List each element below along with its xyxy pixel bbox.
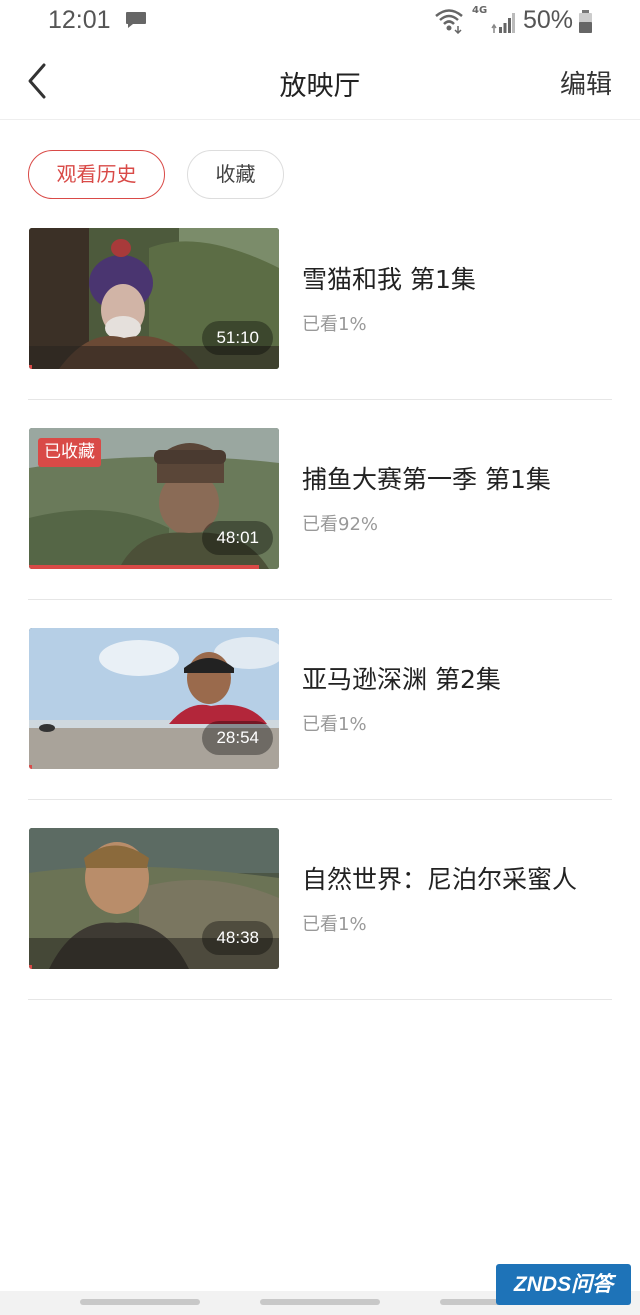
- edit-button[interactable]: 编辑: [560, 64, 612, 101]
- video-thumbnail: 48:38: [29, 828, 279, 969]
- network-type-label: 4G: [472, 5, 488, 16]
- cell-signal-icon: [491, 13, 515, 33]
- watch-progress-bar: [29, 965, 32, 969]
- video-item[interactable]: 51:10 雪猫和我 第1集 已看1%: [0, 200, 640, 400]
- nav-recents-handle[interactable]: [80, 1299, 200, 1305]
- message-notification-icon: [126, 12, 146, 28]
- watermark-logo: ZNDS问答: [496, 1264, 631, 1305]
- watch-progress-bar: [29, 765, 32, 769]
- video-duration: 48:01: [202, 521, 273, 555]
- status-bar: 12:01 4G 50%: [0, 0, 640, 44]
- favorited-badge: 已收藏: [38, 438, 101, 467]
- video-title: 雪猫和我 第1集: [302, 265, 476, 294]
- video-title: 捕鱼大赛第一季 第1集: [302, 465, 551, 494]
- wifi-icon: [435, 9, 463, 34]
- watch-progress-bar: [29, 365, 32, 369]
- battery-icon: [579, 10, 592, 33]
- watched-percent: 已看1%: [302, 314, 367, 335]
- tab-favorites[interactable]: 收藏: [187, 150, 284, 199]
- watched-percent: 已看92%: [302, 514, 379, 535]
- header-bar: 放映厅 编辑: [0, 44, 640, 120]
- page-title: 放映厅: [279, 71, 361, 102]
- video-duration: 51:10: [202, 321, 273, 355]
- list-divider: [28, 999, 612, 1000]
- nav-home-handle[interactable]: [260, 1299, 380, 1305]
- video-item[interactable]: 28:54 亚马逊深渊 第2集 已看1%: [0, 600, 640, 800]
- battery-percent: 50%: [523, 6, 574, 34]
- watched-percent: 已看1%: [302, 714, 367, 735]
- video-title: 自然世界：尼泊尔采蜜人: [302, 865, 578, 894]
- video-duration: 48:38: [202, 921, 273, 955]
- watched-percent: 已看1%: [302, 914, 367, 935]
- video-thumbnail: 51:10: [29, 228, 279, 369]
- watch-progress-bar: [29, 565, 259, 569]
- video-title: 亚马逊深渊 第2集: [302, 665, 501, 694]
- video-item[interactable]: 已收藏 48:01 捕鱼大赛第一季 第1集 已看92%: [0, 400, 640, 600]
- video-thumbnail: 28:54: [29, 628, 279, 769]
- nav-back-handle[interactable]: [440, 1299, 500, 1305]
- video-duration: 28:54: [202, 721, 273, 755]
- tab-watch-history[interactable]: 观看历史: [28, 150, 165, 199]
- video-item[interactable]: 48:38 自然世界：尼泊尔采蜜人 已看1%: [0, 800, 640, 1000]
- status-time: 12:01: [48, 6, 111, 34]
- video-thumbnail: 已收藏 48:01: [29, 428, 279, 569]
